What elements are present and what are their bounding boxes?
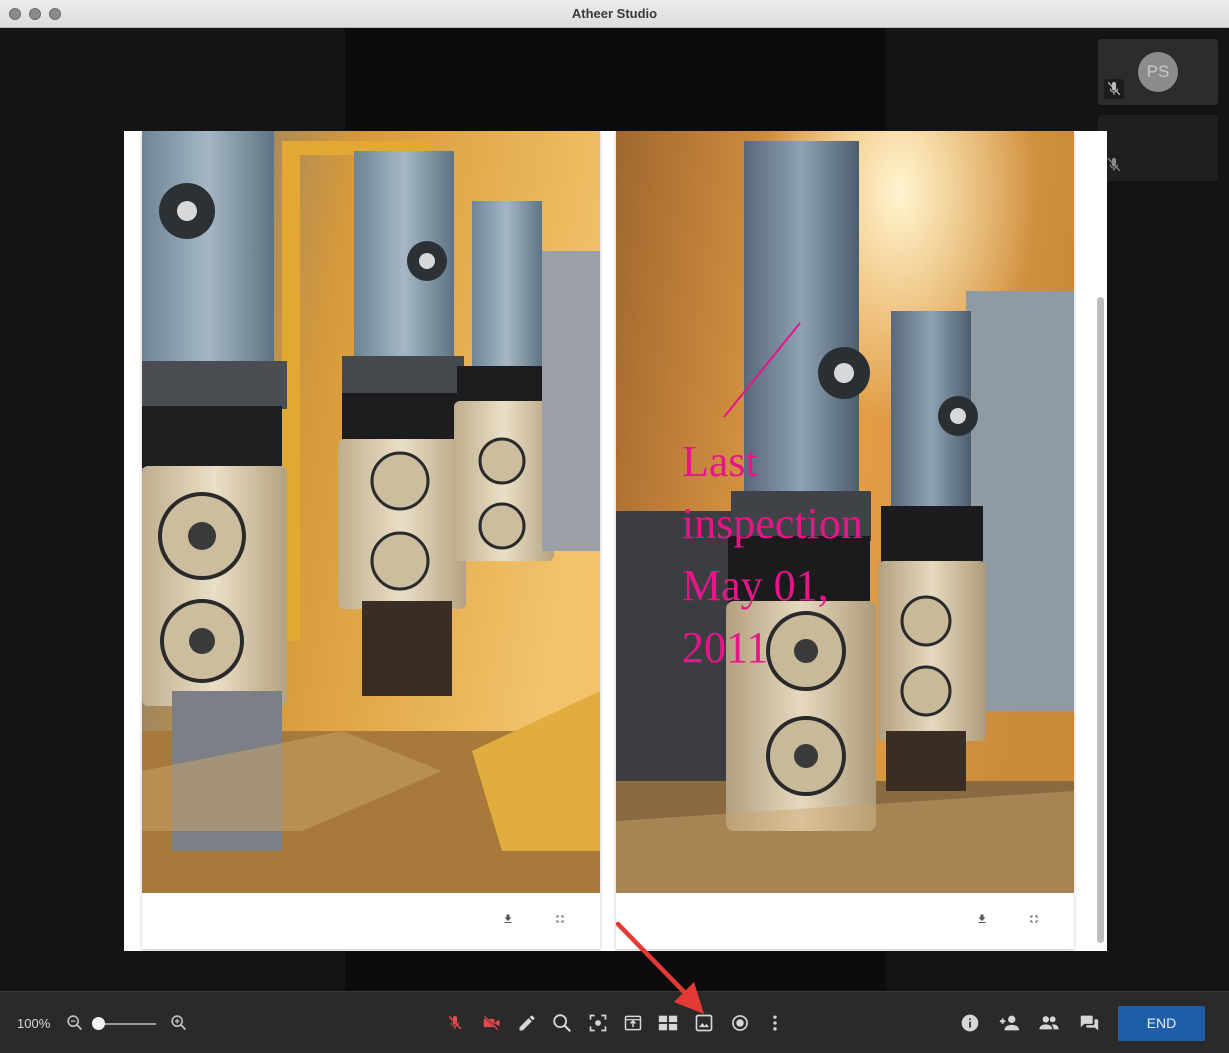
- title-bar: Atheer Studio: [0, 0, 1229, 28]
- zoom-slider-track[interactable]: [96, 1023, 156, 1025]
- share-screen-icon[interactable]: [621, 1011, 645, 1035]
- more-icon[interactable]: [763, 1011, 787, 1035]
- industrial-valves-annotated-photo[interactable]: Last inspection May 01, 2011: [616, 131, 1074, 893]
- fullscreen-icon[interactable]: [1022, 907, 1046, 931]
- image-card: Last inspection May 01, 2011: [616, 131, 1074, 949]
- industrial-valves-photo[interactable]: [142, 131, 600, 893]
- app-window: Atheer Studio PS Last inspection May 01,…: [0, 0, 1229, 1053]
- end-call-button[interactable]: END: [1118, 1006, 1205, 1041]
- zoom-out-icon[interactable]: [64, 1012, 86, 1034]
- participant-tile[interactable]: PS: [1098, 39, 1218, 105]
- participants-icon[interactable]: [1037, 1011, 1061, 1035]
- window-title: Atheer Studio: [571, 6, 658, 21]
- image-card: [142, 131, 600, 949]
- camera-off-icon[interactable]: [480, 1011, 504, 1035]
- download-icon[interactable]: [970, 907, 994, 931]
- scrollbar-thumb[interactable]: [1097, 297, 1104, 943]
- layout-icon[interactable]: [656, 1011, 680, 1035]
- mic-muted-icon: [1104, 79, 1124, 99]
- mic-muted-icon[interactable]: [443, 1011, 467, 1035]
- card-actions: [142, 893, 600, 949]
- screenshot-icon[interactable]: [586, 1011, 610, 1035]
- zoom-slider-handle[interactable]: [92, 1017, 105, 1030]
- info-icon[interactable]: [958, 1011, 982, 1035]
- card-actions: [616, 893, 1074, 949]
- participant-tile[interactable]: [1098, 115, 1218, 181]
- fullscreen-icon[interactable]: [548, 907, 572, 931]
- bottom-toolbar: 100% END: [0, 991, 1229, 1053]
- zoom-level-label: 100%: [17, 1016, 51, 1031]
- annotation-text: Last inspection May 01, 2011: [682, 437, 863, 672]
- pen-icon[interactable]: [515, 1011, 539, 1035]
- chat-icon[interactable]: [1077, 1011, 1101, 1035]
- add-person-icon[interactable]: [997, 1011, 1021, 1035]
- zoom-icon[interactable]: [550, 1011, 574, 1035]
- zoom-in-icon[interactable]: [168, 1012, 190, 1034]
- image-gallery-modal: Last inspection May 01, 2011: [124, 131, 1107, 951]
- video-stage: PS Last inspection May 01, 2011: [0, 28, 1229, 991]
- gallery-icon[interactable]: [692, 1011, 716, 1035]
- mic-muted-icon: [1104, 155, 1124, 175]
- record-icon[interactable]: [728, 1011, 752, 1035]
- download-icon[interactable]: [496, 907, 520, 931]
- avatar: PS: [1138, 52, 1178, 92]
